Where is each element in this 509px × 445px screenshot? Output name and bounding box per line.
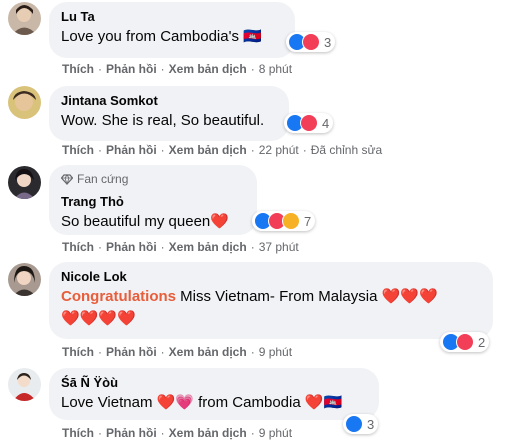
reaction-summary[interactable]: 2 — [440, 332, 490, 352]
reply-link[interactable]: Phản hồi — [106, 143, 157, 157]
like-link[interactable]: Thích — [62, 426, 94, 440]
comment-text: Love Vietnam ❤️💗 from Cambodia ❤️🇰🇭 — [61, 394, 343, 411]
translate-link[interactable]: Xem bản dịch — [169, 62, 247, 76]
comment-bubble: Lu Ta Love you from Cambodia's 🇰🇭 — [49, 2, 295, 58]
translate-link[interactable]: Xem bản dịch — [169, 143, 247, 157]
reply-link[interactable]: Phản hồi — [106, 426, 157, 440]
reaction-summary[interactable]: 3 — [343, 414, 379, 434]
comment-actions: Thích · Phản hồi · Xem bản dịch · 9 phút — [62, 426, 293, 440]
like-reaction-icon — [345, 415, 363, 433]
comment-actions: Thích · Phản hồi · Xem bản dịch · 8 phút — [62, 62, 293, 76]
reaction-count: 3 — [367, 416, 375, 432]
commenter-name[interactable]: Trang Thỏ — [61, 194, 245, 210]
like-link[interactable]: Thích — [62, 143, 94, 157]
love-reaction-icon — [302, 33, 320, 51]
comment-bubble: Jintana Somkot Wow. She is real, So beau… — [49, 86, 289, 141]
reaction-count: 7 — [304, 213, 312, 229]
timestamp[interactable]: 37 phút — [259, 240, 299, 254]
comment-text: Wow. She is real, So beautiful. — [61, 112, 265, 129]
reaction-summary[interactable]: 3 — [286, 32, 336, 52]
commenter-name[interactable]: Nicole Lok — [61, 269, 481, 285]
translate-link[interactable]: Xem bản dịch — [169, 240, 247, 254]
translate-link[interactable]: Xem bản dịch — [169, 426, 247, 440]
fan-badge-label: Fan cứng — [77, 172, 129, 186]
comment-text-rest: Miss Vietnam- From Malaysia ❤️❤️❤️ — [176, 288, 438, 305]
avatar[interactable] — [8, 86, 41, 119]
commenter-name[interactable]: Jintana Somkot — [61, 93, 277, 109]
diamond-icon — [61, 173, 73, 185]
commenter-name[interactable]: Śā Ñ Ÿòù — [61, 375, 367, 391]
comment-bubble: Śā Ñ Ÿòù Love Vietnam ❤️💗 from Cambodia … — [49, 368, 379, 420]
reply-link[interactable]: Phản hồi — [106, 345, 157, 359]
comment-text: Congratulations Miss Vietnam- From Malay… — [61, 287, 481, 307]
avatar[interactable] — [8, 263, 41, 296]
avatar[interactable] — [8, 166, 41, 199]
comment-actions: Thích · Phản hồi · Xem bản dịch · 22 phút · Đã c… — [62, 143, 383, 157]
comment-actions: Thích · Phản hồi · Xem bản dịch · 9 phút — [62, 345, 293, 359]
reaction-count: 3 — [324, 34, 332, 50]
like-link[interactable]: Thích — [62, 62, 94, 76]
timestamp[interactable]: 9 phút — [259, 345, 292, 359]
commenter-name[interactable]: Lu Ta — [61, 9, 283, 25]
reaction-count: 2 — [478, 334, 486, 350]
reaction-summary[interactable]: 4 — [284, 113, 334, 133]
reaction-summary[interactable]: 7 — [252, 211, 316, 231]
timestamp[interactable]: 8 phút — [259, 62, 292, 76]
avatar[interactable] — [8, 368, 41, 401]
congratulations-highlight: Congratulations — [61, 288, 176, 305]
comment-bubble: Fan cứng Trang Thỏ So beautiful my queen… — [49, 165, 257, 235]
reaction-count: 4 — [322, 115, 330, 131]
like-link[interactable]: Thích — [62, 345, 94, 359]
comment-text: Love you from Cambodia's 🇰🇭 — [61, 28, 262, 45]
haha-reaction-icon — [282, 212, 300, 230]
like-link[interactable]: Thích — [62, 240, 94, 254]
timestamp[interactable]: 9 phút — [259, 426, 292, 440]
reply-link[interactable]: Phản hồi — [106, 62, 157, 76]
edited-label: Đã chỉnh sửa — [310, 143, 383, 157]
fan-badge: Fan cứng — [61, 172, 245, 186]
love-reaction-icon — [300, 114, 318, 132]
love-reaction-icon — [456, 333, 474, 351]
timestamp[interactable]: 22 phút — [259, 143, 299, 157]
comment-text-line2: ❤️❤️❤️❤️ — [61, 310, 136, 327]
translate-link[interactable]: Xem bản dịch — [169, 345, 247, 359]
avatar[interactable] — [8, 2, 41, 35]
comment-actions: Thích · Phản hồi · Xem bản dịch · 37 phút — [62, 240, 299, 254]
reply-link[interactable]: Phản hồi — [106, 240, 157, 254]
comment-text: So beautiful my queen❤️ — [61, 213, 229, 230]
comment-bubble: Nicole Lok Congratulations Miss Vietnam-… — [49, 262, 493, 339]
